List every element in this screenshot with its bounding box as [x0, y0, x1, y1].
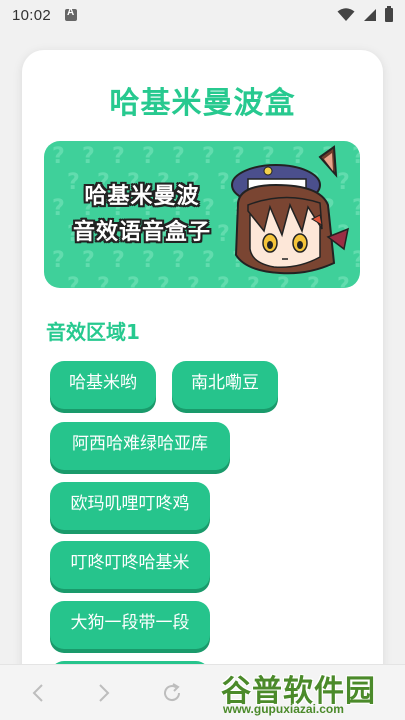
banner-image: ????????????????????????????????????????…: [44, 141, 360, 288]
pattern-mark: ?: [202, 144, 215, 169]
app-notification-icon: [65, 7, 78, 21]
pattern-mark: ?: [97, 274, 110, 288]
pattern-mark: ?: [112, 144, 125, 169]
sound-button-3[interactable]: 阿西哈难绿哈亚库: [50, 422, 230, 470]
pattern-mark: ?: [142, 144, 155, 169]
pattern-mark: ?: [172, 248, 185, 273]
pattern-mark: ?: [202, 248, 215, 273]
banner-line-1: 哈基米曼波: [84, 184, 200, 209]
sound-button-4[interactable]: 欧玛叽哩叮咚鸡: [50, 482, 210, 530]
banner-text: 哈基米曼波 音效语音盒子: [52, 179, 232, 251]
refresh-icon: [164, 682, 181, 701]
forward-icon: [99, 683, 110, 702]
pattern-mark: ?: [82, 248, 95, 273]
page-title: 哈基米曼波盒: [109, 86, 296, 121]
pattern-mark: ?: [52, 144, 65, 169]
pattern-mark: ?: [82, 144, 95, 169]
pattern-mark: ?: [67, 274, 80, 288]
refresh-button[interactable]: [152, 673, 192, 713]
status-bar: 10:02: [0, 0, 405, 30]
pattern-mark: ?: [127, 274, 140, 288]
status-icons: [337, 6, 393, 22]
sound-button-5[interactable]: 叮咚叮咚哈基米: [50, 541, 210, 589]
sound-button-1[interactable]: 哈基米哟: [50, 361, 156, 409]
pattern-mark: ?: [157, 274, 170, 288]
battery-icon: [385, 6, 393, 22]
watermark-url: www.gupuxiazai.com: [223, 702, 344, 716]
back-button[interactable]: [18, 673, 58, 713]
sound-button-2[interactable]: 南北嘞豆: [172, 361, 278, 409]
pattern-mark: ?: [52, 248, 65, 273]
banner-line-2: 音效语音盒子: [72, 220, 211, 245]
pattern-mark: ?: [112, 248, 125, 273]
pattern-mark: ?: [172, 144, 185, 169]
section-title: 音效区域1: [46, 320, 140, 344]
mascot-illustration: [231, 145, 350, 275]
wifi-icon: [337, 8, 355, 21]
back-icon: [32, 683, 43, 702]
pattern-mark: ?: [187, 274, 200, 288]
main-card: 哈基米曼波盒 ?????????????????????????????????…: [22, 50, 383, 690]
forward-button[interactable]: [84, 673, 124, 713]
status-time: 10:02: [12, 6, 52, 24]
signal-icon: [364, 9, 376, 21]
watermark: 谷普软件园 www.gupuxiazai.com: [217, 666, 401, 718]
pattern-mark: ?: [142, 248, 155, 273]
sound-button-6[interactable]: 大狗一段带一段: [50, 601, 210, 649]
